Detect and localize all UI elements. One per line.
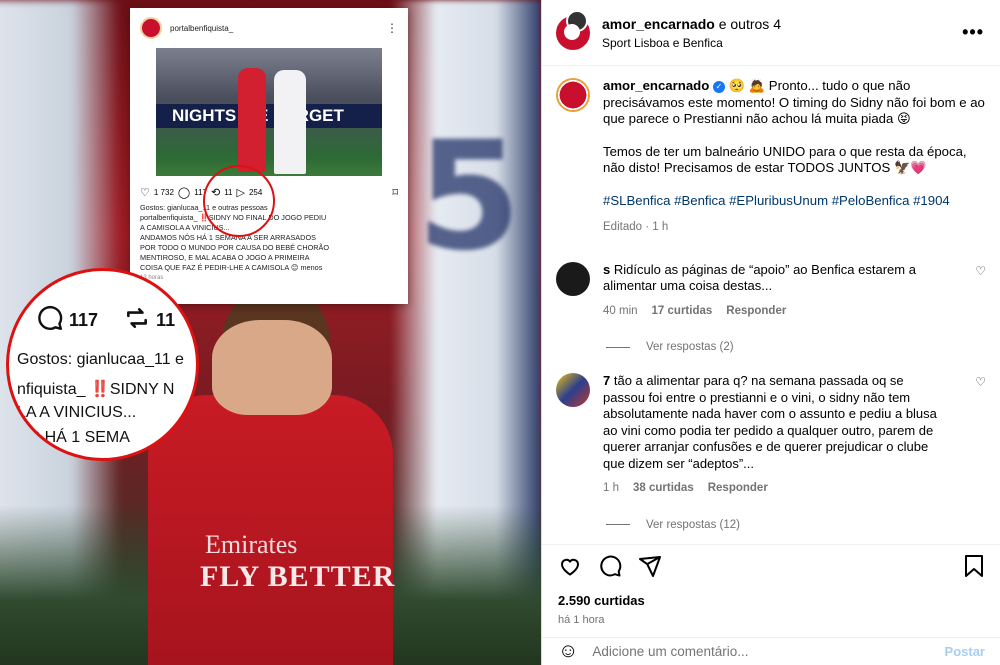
heart-icon[interactable] <box>558 554 582 578</box>
embedded-caption-line: A CAMISOLA A VINICIUS... <box>140 223 230 232</box>
embedded-player-red <box>238 68 266 172</box>
author-username[interactable]: amor_encarnado <box>602 16 715 32</box>
comment: s Ridículo as páginas de “apoio” ao Benf… <box>556 261 986 320</box>
comment-text: Ridículo as páginas de “apoio” ao Benfic… <box>603 261 916 294</box>
post-sidebar: amor_encarnado e outros 4 Sport Lisboa e… <box>541 0 1000 665</box>
embedded-save-icon: ⌑ <box>392 187 398 199</box>
comment-time: 40 min <box>603 304 638 317</box>
embedded-post-screenshot: portalbenfiquista_ ⋮ NIGHTS WE FORGET ♡ … <box>130 8 408 304</box>
highlight-ring <box>203 165 275 237</box>
embedded-more-icon: ⋮ <box>386 21 398 35</box>
embedded-player-white <box>274 70 306 174</box>
embedded-time: 13 horas <box>140 275 164 281</box>
post-button[interactable]: Postar <box>945 644 985 659</box>
embedded-caption-line: ANDAMOS NÓS HÁ 1 SEMANA A SER ARRASADOS <box>140 233 316 242</box>
zoom-line: LA A VINICIUS... <box>17 404 137 421</box>
view-replies-button[interactable]: Ver respostas (12) <box>606 519 986 531</box>
location[interactable]: Sport Lisboa e Benfica <box>602 36 962 50</box>
embedded-likes-count: 1 732 <box>153 188 174 197</box>
comment-icon[interactable] <box>598 554 622 578</box>
more-options-icon[interactable]: ••• <box>962 22 984 43</box>
embedded-caption-line: MENTIROSO, E MAL ACABA O JOGO A PRIMEIRA <box>140 253 310 262</box>
embedded-caption-line: POR TODO O MUNDO POR CAUSA DO BEBÉ CHORÃ… <box>140 243 330 252</box>
zoom-comment-icon <box>37 305 63 336</box>
caption: amor_encarnado ✓ 🥺 🙇 Pronto... tudo o qu… <box>556 78 986 236</box>
zoom-comments-count: 117 <box>69 310 99 330</box>
comments-scroll[interactable]: amor_encarnado ✓ 🥺 🙇 Pronto... tudo o qu… <box>542 66 1000 544</box>
embedded-heart-icon: ♡ <box>140 187 150 199</box>
caption-text-2: Temos de ter um balneário UNIDO para o q… <box>603 143 967 176</box>
comment-time: 1 h <box>603 482 619 494</box>
comment-likes[interactable]: 38 curtidas <box>633 480 694 497</box>
embedded-username: portalbenfiquista_ <box>170 23 234 33</box>
reply-button[interactable]: Responder <box>708 480 768 497</box>
comment-username[interactable]: 7 <box>603 373 610 388</box>
action-bar: 2.590 curtidas há 1 hora <box>542 544 1000 626</box>
likes-count[interactable]: 2.590 curtidas <box>558 593 985 608</box>
zoom-line: nfiquista_ ‼️SIDNY N <box>17 381 175 398</box>
zoom-reposts-count: 11 <box>156 310 176 330</box>
comment: 7 tão a alimentar para q? na semana pass… <box>556 373 986 497</box>
caption-edited: Editado · 1 h <box>603 221 669 233</box>
comment-like-icon[interactable]: ♡ <box>975 375 986 389</box>
post-header: amor_encarnado e outros 4 Sport Lisboa e… <box>542 0 1000 66</box>
comment-likes[interactable]: 17 curtidas <box>652 303 713 320</box>
embedded-photo: NIGHTS WE FORGET <box>156 48 382 176</box>
embedded-caption-line: COISA QUE FAZ É PEDIR-LHE A CAMISOLA 😊 m… <box>140 263 323 272</box>
comment-input[interactable] <box>592 644 945 659</box>
comment-avatar[interactable] <box>556 373 590 407</box>
share-icon[interactable] <box>638 554 662 578</box>
caption-avatar[interactable] <box>556 78 590 112</box>
view-replies-label: Ver respostas (12) <box>646 518 740 531</box>
verified-badge-icon: ✓ <box>712 80 725 93</box>
reply-button[interactable]: Responder <box>726 303 786 320</box>
player-hands <box>212 320 332 415</box>
author-avatar[interactable] <box>556 9 590 50</box>
comment-text: tão a alimentar para q? na semana passad… <box>603 373 937 471</box>
post-media[interactable]: 5 Emirates FLY BETTER portalbenfiquista_… <box>0 0 541 665</box>
caption-username[interactable]: amor_encarnado <box>603 78 709 93</box>
zoom-line: ÓS HÁ 1 SEMA <box>17 429 130 446</box>
comment-avatar[interactable] <box>556 261 590 296</box>
view-replies-button[interactable]: Ver respostas (2) <box>606 341 986 353</box>
emoji-icon[interactable]: ☺ <box>558 640 578 663</box>
jersey-slogan: FLY BETTER <box>200 560 396 593</box>
comment-like-icon[interactable]: ♡ <box>975 264 986 278</box>
background-shirt-number: 5 <box>416 110 521 284</box>
comment-username[interactable]: s <box>603 262 610 277</box>
view-replies-label: Ver respostas (2) <box>646 341 734 353</box>
collaborators[interactable]: e outros 4 <box>715 16 781 32</box>
comment-composer: ☺ Postar <box>542 637 1000 665</box>
caption-hashtags[interactable]: #SLBenfica #Benfica #EPluribusUnum #Pelo… <box>603 193 986 210</box>
zoom-line: Gostos: gianlucaa_11 e <box>17 351 184 368</box>
post-time[interactable]: há 1 hora <box>558 614 985 626</box>
embedded-avatar <box>140 17 162 39</box>
embedded-banner: NIGHTS WE FORGET <box>156 104 382 128</box>
zoom-callout: 117 11 Gostos: gianlucaa_11 e nfiquista_… <box>6 268 199 461</box>
zoom-repost-icon <box>124 305 150 336</box>
jersey-sponsor: Emirates <box>205 530 298 559</box>
embedded-comment-icon: ◯ <box>177 187 191 199</box>
save-icon[interactable] <box>963 554 985 578</box>
